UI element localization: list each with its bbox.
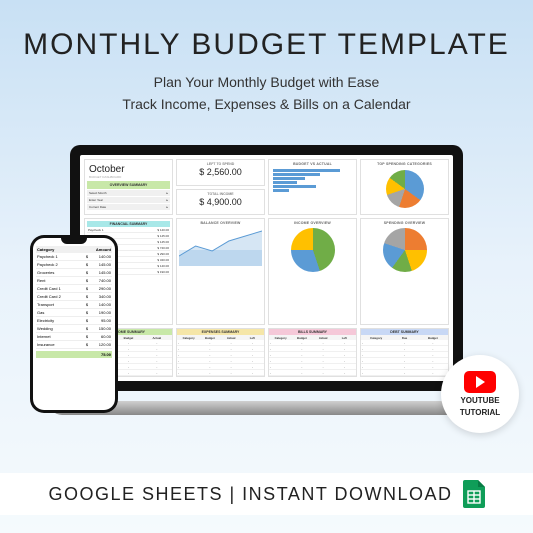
laptop-screen: October BUDGET DASHBOARD OVERVIEW SUMMAR… <box>70 145 463 391</box>
table-row: Wedding$150.00 <box>36 325 112 333</box>
phone-mockup: Category Amount Paycheck 1$140.00Paychec… <box>30 235 118 413</box>
table-row: Electricity$95.00 <box>36 317 112 325</box>
pie-chart-icon <box>383 228 427 272</box>
heading-block: MONTHLY BUDGET TEMPLATE Plan Your Monthl… <box>0 0 533 112</box>
summary-row: INCOME SUMMARY CategoryBudgetActual ----… <box>84 328 449 377</box>
chart-title: BALANCE OVERVIEW <box>179 221 262 225</box>
stat-label: TOTAL INCOME <box>179 192 262 196</box>
subtitle-1: Plan Your Monthly Budget with Ease <box>0 74 533 90</box>
table-row: ---- <box>269 370 356 376</box>
footer-bar: GOOGLE SHEETS | INSTANT DOWNLOAD <box>0 473 533 515</box>
table-row: Insurance$120.00 <box>36 341 112 349</box>
phone-screen: Category Amount Paycheck 1$140.00Paychec… <box>33 238 115 410</box>
youtube-text-1: YOUTUBE <box>460 397 499 405</box>
youtube-tutorial-badge[interactable]: YOUTUBE TUTORIAL <box>441 355 519 433</box>
dashboard: October BUDGET DASHBOARD OVERVIEW SUMMAR… <box>80 155 453 381</box>
product-listing-image: MONTHLY BUDGET TEMPLATE Plan Your Monthl… <box>0 0 533 533</box>
total-row: 75.00 <box>36 351 112 358</box>
table-header: Category Amount <box>36 246 112 253</box>
table-row: Rent$740.00 <box>36 277 112 285</box>
table-row: Internet$60.00 <box>36 333 112 341</box>
month-subtitle: BUDGET DASHBOARD <box>87 175 170 179</box>
pie-chart-icon <box>291 228 335 272</box>
top-spending-chart: TOP SPENDING CATEGORIES <box>360 159 449 215</box>
stat-value: $ 2,560.00 <box>179 167 262 177</box>
google-sheets-icon <box>463 480 485 508</box>
table-row: Paycheck 1$140.00 <box>36 253 112 261</box>
col-amount: Amount <box>87 247 111 252</box>
subtitle-2: Track Income, Expenses & Bills on a Cale… <box>0 96 533 112</box>
main-title: MONTHLY BUDGET TEMPLATE <box>0 28 533 62</box>
laptop-mockup: October BUDGET DASHBOARD OVERVIEW SUMMAR… <box>70 145 463 415</box>
total-income-card: TOTAL INCOME $ 4,900.00 <box>176 189 265 216</box>
phone-notch <box>61 238 87 244</box>
col-category: Category <box>37 247 87 252</box>
overview-row: Select Month▸ <box>87 190 170 196</box>
chart-title: TOP SPENDING CATEGORIES <box>363 162 446 166</box>
table-row: Gas$190.00 <box>36 309 112 317</box>
bar-chart <box>271 167 354 194</box>
stat-label: LEFT TO SPEND <box>179 162 262 166</box>
phone-table: Category Amount Paycheck 1$140.00Paychec… <box>36 246 112 358</box>
table-row: Transport$140.00 <box>36 301 112 309</box>
stat-value: $ 4,900.00 <box>179 197 262 207</box>
table-row: Credit Card 2$340.00 <box>36 293 112 301</box>
overview-row: Current Date▸ <box>87 204 170 210</box>
expenses-summary-card: EXPENSES SUMMARY CategoryBudgetActualLef… <box>176 328 265 377</box>
area-chart <box>179 226 262 266</box>
table-row: --- <box>361 370 448 376</box>
income-overview-chart: INCOME OVERVIEW <box>268 218 357 325</box>
footer-text: GOOGLE SHEETS | INSTANT DOWNLOAD <box>48 484 452 505</box>
chart-title: INCOME OVERVIEW <box>271 221 354 225</box>
month-card: October BUDGET DASHBOARD OVERVIEW SUMMAR… <box>84 159 173 215</box>
table-row: ---- <box>177 370 264 376</box>
left-to-spend-card: LEFT TO SPEND $ 2,560.00 <box>176 159 265 186</box>
total-label <box>37 352 87 357</box>
table-row: Groceries$145.00 <box>36 269 112 277</box>
overview-summary-header: OVERVIEW SUMMARY <box>87 181 170 189</box>
device-mockups: October BUDGET DASHBOARD OVERVIEW SUMMAR… <box>0 145 533 475</box>
overview-row: Enter Year▸ <box>87 197 170 203</box>
pie-chart-icon <box>386 170 424 208</box>
youtube-icon <box>464 371 496 393</box>
table-row: Credit Card 1$290.00 <box>36 285 112 293</box>
chart-title: SPENDING OVERVIEW <box>363 221 446 225</box>
budget-vs-actual-chart: BUDGET VS ACTUAL <box>268 159 357 215</box>
month-name: October <box>87 162 170 175</box>
bills-summary-card: BILLS SUMMARY CategoryBudgetActualLeft -… <box>268 328 357 377</box>
total-amount: 75.00 <box>87 352 111 357</box>
youtube-text-2: TUTORIAL <box>460 409 500 417</box>
chart-title: BUDGET VS ACTUAL <box>271 162 354 166</box>
table-row: Paycheck 2$145.00 <box>36 261 112 269</box>
spending-overview-chart: SPENDING OVERVIEW <box>360 218 449 325</box>
balance-overview-chart: BALANCE OVERVIEW <box>176 218 265 325</box>
debt-summary-card: DEBT SUMMARY CategoryDueBudget ---------… <box>360 328 449 377</box>
